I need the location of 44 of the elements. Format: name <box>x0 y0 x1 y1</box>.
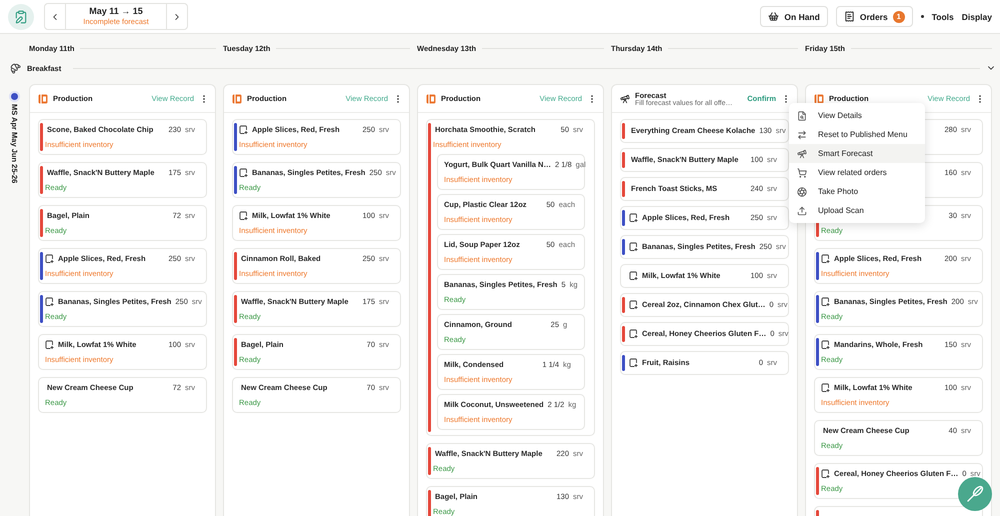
note-plus-icon <box>239 211 248 221</box>
notebook-icon <box>232 94 242 104</box>
note-plus-icon <box>821 297 830 307</box>
cart-icon <box>797 168 807 178</box>
clipboard-pen-icon <box>14 10 28 24</box>
status-dot <box>11 93 18 100</box>
receipt-icon <box>844 11 855 22</box>
note-plus-icon <box>821 469 830 479</box>
whisk-icon <box>966 485 984 503</box>
note-plus-icon <box>821 254 830 264</box>
week-range: May 11 → 15 <box>89 6 143 17</box>
croissant-icon <box>10 62 21 74</box>
note-plus-icon <box>629 300 638 310</box>
menu-item[interactable]: Smart Forecast <box>789 144 925 163</box>
telescope-icon <box>620 94 630 104</box>
menu-item[interactable]: Reset to Published Menu <box>789 125 925 144</box>
on-hand-button[interactable]: On Hand <box>760 6 828 27</box>
item-card[interactable] <box>426 119 595 436</box>
note-plus-icon <box>629 213 638 223</box>
note-plus-icon <box>629 358 638 368</box>
file-search-icon <box>797 110 807 120</box>
notebook-icon <box>38 94 48 104</box>
menu-item[interactable]: Take Photo <box>789 182 925 201</box>
note-plus-icon <box>821 383 830 393</box>
note-plus-icon <box>629 329 638 339</box>
swap-arrows-icon <box>797 130 807 140</box>
notebook-icon <box>426 94 436 104</box>
note-plus-icon <box>45 297 54 307</box>
note-plus-icon <box>45 340 54 350</box>
note-plus-icon <box>629 242 638 252</box>
note-plus-icon <box>239 125 248 135</box>
menu-item[interactable]: View Details <box>789 106 925 125</box>
telescope-icon <box>797 148 807 158</box>
note-plus-icon <box>629 271 638 281</box>
upload-icon <box>797 206 807 216</box>
menu-link[interactable]: Tools <box>932 12 954 22</box>
menu-item[interactable]: View related orders <box>789 163 925 182</box>
basket-icon <box>768 11 780 22</box>
menu-link[interactable]: Display <box>962 12 992 22</box>
note-plus-icon <box>45 254 54 264</box>
aperture-icon <box>797 186 807 196</box>
note-plus-icon <box>239 168 248 178</box>
note-plus-icon <box>821 340 830 350</box>
app-logo[interactable] <box>8 4 34 30</box>
